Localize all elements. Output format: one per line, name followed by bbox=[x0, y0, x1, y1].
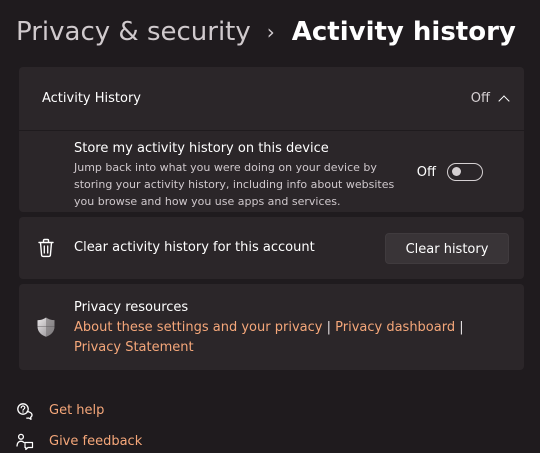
activity-history-status: Off bbox=[470, 91, 490, 106]
expander-status-group: Off bbox=[470, 67, 510, 130]
privacy-resources-card: Privacy resources About these settings a… bbox=[19, 284, 524, 370]
breadcrumb-parent-privacy-security[interactable]: Privacy & security bbox=[16, 12, 251, 52]
trash-icon bbox=[38, 238, 54, 258]
privacy-resources-links: About these settings and your privacy | … bbox=[74, 318, 494, 358]
link-separator: | bbox=[459, 320, 464, 335]
clear-history-button[interactable]: Clear history bbox=[385, 233, 509, 264]
store-activity-toggle[interactable] bbox=[447, 163, 483, 181]
shield-icon bbox=[37, 317, 55, 337]
clear-history-card: Clear activity history for this account … bbox=[19, 217, 524, 279]
help-chat-icon bbox=[17, 403, 33, 420]
activity-history-title: Activity History bbox=[42, 91, 141, 106]
get-help-link[interactable]: Get help bbox=[49, 400, 104, 422]
link-privacy-statement[interactable]: Privacy Statement bbox=[74, 340, 194, 355]
give-feedback-row[interactable]: Give feedback bbox=[16, 431, 142, 453]
privacy-resources-title: Privacy resources bbox=[74, 300, 189, 315]
link-separator: | bbox=[326, 320, 331, 335]
give-feedback-link[interactable]: Give feedback bbox=[49, 431, 142, 453]
clear-history-label: Clear activity history for this account bbox=[74, 240, 315, 255]
breadcrumb-separator-icon: › bbox=[266, 20, 275, 44]
chevron-up-icon[interactable] bbox=[498, 95, 510, 107]
breadcrumb: Privacy & security › Activity history bbox=[16, 12, 516, 52]
store-activity-text: Store my activity history on this device… bbox=[74, 140, 404, 210]
store-activity-toggle-group: Off bbox=[417, 161, 483, 183]
page-title: Activity history bbox=[291, 17, 516, 47]
toggle-state-label: Off bbox=[416, 164, 436, 180]
link-about-settings-privacy[interactable]: About these settings and your privacy bbox=[74, 320, 322, 335]
store-activity-description: Jump back into what you were doing on yo… bbox=[74, 161, 395, 208]
store-activity-setting: Store my activity history on this device… bbox=[19, 131, 524, 212]
feedback-icon bbox=[16, 433, 34, 451]
store-activity-title: Store my activity history on this device bbox=[74, 141, 329, 156]
get-help-row[interactable]: Get help bbox=[16, 400, 104, 422]
activity-history-expander[interactable]: Activity History Off bbox=[19, 67, 524, 130]
link-privacy-dashboard[interactable]: Privacy dashboard bbox=[335, 320, 455, 335]
toggle-knob bbox=[452, 167, 461, 176]
